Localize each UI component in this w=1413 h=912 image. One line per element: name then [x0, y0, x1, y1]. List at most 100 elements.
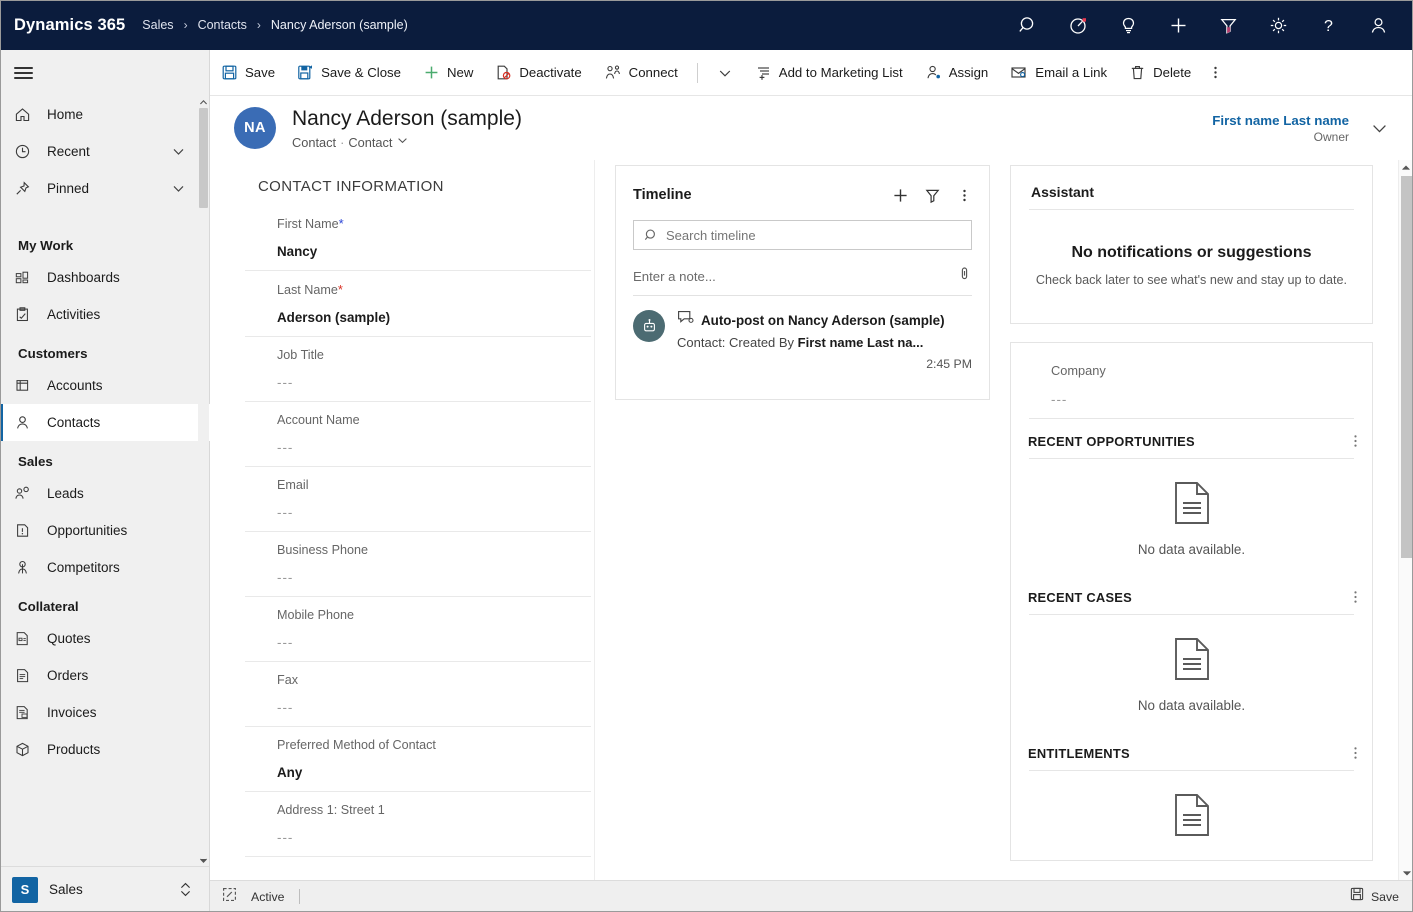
add-to-marketing-list-button[interactable]: Add to Marketing List: [744, 50, 914, 96]
timeline-search-box[interactable]: [633, 220, 972, 250]
sidebar-item-activities[interactable]: Activities: [0, 296, 210, 333]
field-account-name[interactable]: Account Name ---: [245, 402, 591, 467]
connect-button[interactable]: Connect: [593, 50, 689, 96]
sidebar-item-competitors[interactable]: Competitors: [0, 549, 210, 586]
owner-role-label: Owner: [1212, 130, 1349, 144]
filter-icon[interactable]: [1203, 0, 1253, 50]
user-icon[interactable]: [1353, 0, 1403, 50]
sidebar-item-products[interactable]: Products: [0, 731, 210, 768]
attachment-icon[interactable]: [957, 266, 972, 288]
command-more-button[interactable]: [1202, 50, 1229, 96]
overflow-icon[interactable]: [1353, 745, 1358, 761]
app-switcher-chevron-icon[interactable]: [178, 881, 193, 898]
field-value[interactable]: ---: [277, 570, 591, 585]
overflow-icon[interactable]: [1353, 589, 1358, 605]
field-value[interactable]: Any: [277, 765, 591, 780]
hamburger-menu-icon[interactable]: [0, 50, 46, 96]
recent-cases-header: RECENT CASES: [1011, 575, 1372, 614]
sidebar-item-recent[interactable]: Recent: [0, 133, 210, 170]
field-business-phone[interactable]: Business Phone ---: [245, 532, 591, 597]
sidebar-item-contacts[interactable]: Contacts: [0, 404, 210, 441]
field-value[interactable]: Nancy: [277, 244, 591, 259]
owner-field[interactable]: First name Last name Owner: [1212, 113, 1349, 144]
save-button[interactable]: Save: [210, 50, 286, 96]
recent-cases-empty-state: No data available.: [1011, 615, 1372, 731]
field-value[interactable]: ---: [277, 700, 591, 715]
timeline-entry[interactable]: Auto-post on Nancy Aderson (sample) Cont…: [616, 296, 989, 399]
scroll-up-arrow-icon[interactable]: [1399, 160, 1413, 175]
breadcrumb-item-record[interactable]: Nancy Aderson (sample): [270, 18, 409, 32]
save-and-close-button[interactable]: Save & Close: [286, 50, 412, 96]
sidebar-item-orders[interactable]: Orders: [0, 657, 210, 694]
sidebar-item-leads[interactable]: Leads: [0, 475, 210, 512]
field-email[interactable]: Email ---: [245, 467, 591, 532]
scroll-down-arrow-icon[interactable]: [1399, 865, 1413, 880]
timeline-add-button[interactable]: [885, 180, 915, 210]
field-company[interactable]: Company ---: [1011, 343, 1372, 418]
overflow-icon[interactable]: [1353, 433, 1358, 449]
field-value[interactable]: ---: [277, 440, 591, 455]
breadcrumb-item-sales[interactable]: Sales: [141, 18, 174, 32]
field-preferred-method-of-contact[interactable]: Preferred Method of Contact Any: [245, 727, 591, 792]
assistant-insights-icon[interactable]: [1053, 0, 1103, 50]
deactivate-button[interactable]: Deactivate: [484, 50, 592, 96]
header-expand-chevron-icon[interactable]: [1357, 106, 1401, 150]
email-a-link-button[interactable]: Email a Link: [999, 50, 1118, 96]
assign-button[interactable]: Assign: [914, 50, 1000, 96]
field-label: Last Name*: [277, 282, 591, 297]
assistant-card: Assistant No notifications or suggestion…: [1010, 165, 1373, 324]
timeline-note-box[interactable]: [633, 266, 972, 296]
sidebar-item-dashboards[interactable]: Dashboards: [0, 259, 210, 296]
search-icon[interactable]: [1003, 0, 1053, 50]
form-selector-chevron-icon[interactable]: [396, 134, 409, 150]
command-overflow-chevron-button[interactable]: [706, 50, 744, 96]
field-first-name[interactable]: First Name* Nancy: [245, 205, 591, 271]
field-mobile-phone[interactable]: Mobile Phone ---: [245, 597, 591, 662]
field-address-1-street-1[interactable]: Address 1: Street 1 ---: [245, 792, 591, 857]
sidebar-item-accounts[interactable]: Accounts: [0, 367, 210, 404]
field-value[interactable]: ---: [1051, 392, 1354, 407]
sidebar-item-home[interactable]: Home: [0, 96, 210, 133]
sidebar-item-quotes[interactable]: Quotes: [0, 620, 210, 657]
note-input[interactable]: [633, 269, 957, 284]
scroll-up-arrow-icon[interactable]: [198, 96, 209, 108]
chevron-down-icon[interactable]: [171, 181, 186, 196]
breadcrumb-item-contacts[interactable]: Contacts: [197, 18, 248, 32]
sidebar-item-opportunities[interactable]: Opportunities: [0, 512, 210, 549]
sidebar-item-label: Pinned: [47, 181, 89, 196]
field-value[interactable]: Aderson (sample): [277, 310, 591, 325]
sidebar-scrollbar-thumb[interactable]: [199, 108, 208, 208]
chevron-down-icon[interactable]: [171, 144, 186, 159]
post-icon: [677, 310, 694, 330]
field-value[interactable]: ---: [277, 635, 591, 650]
search-input[interactable]: [666, 228, 971, 243]
timeline-more-button[interactable]: [949, 180, 979, 210]
breadcrumb-separator-icon: ›: [184, 18, 188, 32]
page-scrollbar-thumb[interactable]: [1401, 176, 1412, 558]
scroll-down-arrow-icon[interactable]: [198, 854, 209, 866]
save-label: Save: [1371, 890, 1399, 904]
timeline-filter-button[interactable]: [917, 180, 947, 210]
help-icon[interactable]: ?: [1303, 0, 1353, 50]
field-job-title[interactable]: Job Title ---: [245, 337, 591, 402]
status-bar-save-button[interactable]: Save: [1350, 887, 1399, 906]
field-last-name[interactable]: Last Name* Aderson (sample): [245, 271, 591, 337]
form-selector-label[interactable]: Contact: [348, 135, 392, 150]
field-fax[interactable]: Fax ---: [245, 662, 591, 727]
recent-opportunities-header: RECENT OPPORTUNITIES: [1011, 419, 1372, 458]
sidebar-item-invoices[interactable]: Invoices: [0, 694, 210, 731]
delete-button[interactable]: Delete: [1118, 50, 1202, 96]
plus-icon[interactable]: [1153, 0, 1203, 50]
page-scrollbar[interactable]: [1398, 160, 1413, 880]
owner-name[interactable]: First name Last name: [1212, 113, 1349, 128]
field-value[interactable]: ---: [277, 830, 591, 845]
field-value[interactable]: ---: [277, 375, 591, 390]
invoices-icon: [14, 704, 40, 721]
gear-icon[interactable]: [1253, 0, 1303, 50]
app-switcher[interactable]: S Sales: [0, 866, 209, 912]
sidebar-item-pinned[interactable]: Pinned: [0, 170, 210, 207]
lightbulb-icon[interactable]: [1103, 0, 1153, 50]
sidebar-scrollbar[interactable]: [198, 96, 209, 866]
field-value[interactable]: ---: [277, 505, 591, 520]
new-button[interactable]: New: [412, 50, 484, 96]
